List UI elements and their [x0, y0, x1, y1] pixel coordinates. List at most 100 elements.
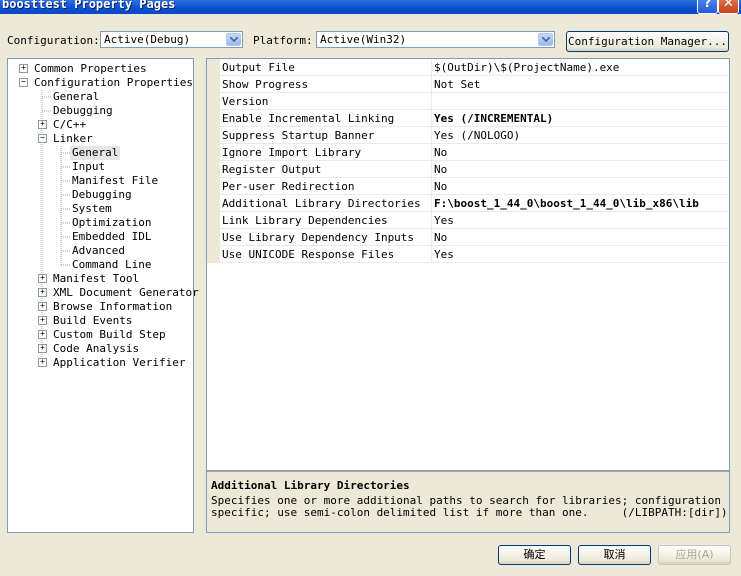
column-separator: [431, 161, 432, 178]
chevron-down-icon[interactable]: [226, 33, 241, 46]
property-name: Output File: [222, 61, 295, 74]
description-title: Additional Library Directories: [211, 479, 410, 492]
column-separator: [431, 195, 432, 212]
property-row[interactable]: Version: [207, 93, 728, 110]
property-row[interactable]: Use Library Dependency Inputs No: [207, 229, 728, 246]
property-row[interactable]: Enable Incremental Linking Yes (/INCREMEN…: [207, 110, 728, 127]
tree-item[interactable]: Debugging: [70, 188, 134, 202]
expand-icon[interactable]: +: [38, 274, 47, 283]
property-value[interactable]: $(OutDir)\$(ProjectName).exe: [434, 61, 724, 74]
tree-item[interactable]: Command Line: [70, 258, 153, 272]
settings-tree[interactable]: + Common Properties − Configuration Propert…: [7, 58, 199, 533]
column-separator: [431, 212, 432, 229]
tree-item[interactable]: Embedded IDL: [70, 230, 153, 244]
column-separator: [431, 144, 432, 161]
collapse-icon[interactable]: −: [19, 78, 28, 87]
chevron-down-icon[interactable]: [538, 33, 553, 46]
platform-dropdown[interactable]: Active(Win32): [316, 31, 555, 48]
cancel-button[interactable]: 取消: [578, 545, 651, 565]
property-value[interactable]: Yes (/NOLOGO): [434, 129, 724, 142]
column-separator: [431, 178, 432, 195]
tree-item[interactable]: Manifest File: [70, 174, 160, 188]
tree-item[interactable]: Optimization: [70, 216, 153, 230]
column-separator: [431, 93, 432, 110]
tree-item[interactable]: General: [51, 90, 101, 104]
close-button[interactable]: ✕: [718, 0, 739, 14]
property-value[interactable]: Yes: [434, 248, 724, 261]
property-name: Show Progress: [222, 78, 309, 91]
tree-item[interactable]: Application Verifier: [51, 356, 187, 370]
collapse-icon[interactable]: −: [38, 134, 47, 143]
property-value[interactable]: No: [434, 231, 724, 244]
configuration-dropdown[interactable]: Active(Debug): [100, 31, 243, 48]
property-row-margin: [207, 229, 220, 246]
property-grid[interactable]: Output File $(OutDir)\$(ProjectName).exe S…: [206, 58, 730, 471]
property-row[interactable]: Show Progress Not Set: [207, 76, 728, 93]
tree-item[interactable]: Debugging: [51, 104, 115, 118]
tree-item[interactable]: C/C++: [51, 118, 88, 132]
property-row[interactable]: Suppress Startup Banner Yes (/NOLOGO): [207, 127, 728, 144]
property-value[interactable]: Yes: [434, 214, 724, 227]
expand-icon[interactable]: +: [38, 344, 47, 353]
tree-item[interactable]: Custom Build Step: [51, 328, 168, 342]
description-line-2: specific; use semi-colon delimited list …: [211, 506, 728, 519]
property-name: Enable Incremental Linking: [222, 112, 395, 125]
expand-icon[interactable]: +: [38, 302, 47, 311]
property-name: Ignore Import Library: [222, 146, 362, 159]
tree-item[interactable]: Code Analysis: [51, 342, 141, 356]
expand-icon[interactable]: +: [38, 288, 47, 297]
property-value[interactable]: F:\boost_1_44_0\boost_1_44_0\lib_x86\lib: [434, 197, 724, 210]
property-name: Use Library Dependency Inputs: [222, 231, 415, 244]
configuration-label: Configuration:: [7, 34, 100, 47]
tree-item[interactable]: XML Document Generator: [51, 286, 201, 300]
property-value[interactable]: No: [434, 163, 724, 176]
tree-item[interactable]: Configuration Properties: [32, 76, 195, 90]
configuration-manager-button[interactable]: Configuration Manager...: [566, 31, 729, 52]
configuration-value: Active(Debug): [104, 33, 191, 46]
expand-icon[interactable]: +: [19, 64, 28, 73]
property-name: Link Library Dependencies: [222, 214, 388, 227]
column-separator: [431, 229, 432, 246]
tree-item[interactable]: Build Events: [51, 314, 134, 328]
expand-icon[interactable]: +: [38, 316, 47, 325]
property-value[interactable]: No: [434, 146, 724, 159]
tree-item[interactable]: General: [70, 146, 121, 160]
column-separator: [431, 76, 432, 93]
property-row[interactable]: Output File $(OutDir)\$(ProjectName).exe: [207, 59, 728, 76]
property-row-margin: [207, 212, 220, 229]
column-separator: [431, 246, 432, 263]
tree-item[interactable]: Advanced: [70, 244, 127, 258]
tree-item[interactable]: Manifest Tool: [51, 272, 141, 286]
property-name: Per-user Redirection: [222, 180, 355, 193]
property-row[interactable]: Ignore Import Library No: [207, 144, 728, 161]
tree-item[interactable]: Browse Information: [51, 300, 174, 314]
property-row-margin: [207, 246, 220, 263]
description-panel: Additional Library Directories Specifies…: [206, 471, 730, 533]
property-name: Version: [222, 95, 269, 108]
expand-icon[interactable]: +: [38, 330, 47, 339]
column-separator: [431, 110, 432, 127]
property-row[interactable]: Additional Library Directories F:\boost_1…: [207, 195, 728, 212]
property-value[interactable]: No: [434, 180, 724, 193]
tree-item[interactable]: Linker: [51, 132, 95, 146]
expand-icon[interactable]: +: [38, 120, 47, 129]
property-value[interactable]: Yes (/INCREMENTAL): [434, 112, 724, 125]
window-title: boosttest Property Pages: [2, 0, 176, 11]
property-value[interactable]: Not Set: [434, 78, 724, 91]
platform-label: Platform:: [253, 34, 313, 47]
property-row-margin: [207, 110, 220, 127]
expand-icon[interactable]: +: [38, 358, 47, 367]
property-row-margin: [207, 161, 220, 178]
ok-button[interactable]: 确定: [498, 545, 571, 565]
property-row[interactable]: Link Library Dependencies Yes: [207, 212, 728, 229]
help-button[interactable]: ?: [697, 0, 718, 14]
column-separator: [431, 127, 432, 144]
property-row[interactable]: Per-user Redirection No: [207, 178, 728, 195]
property-row[interactable]: Register Output No: [207, 161, 728, 178]
apply-button[interactable]: 应用(A): [658, 545, 731, 565]
tree-item[interactable]: Input: [70, 160, 107, 174]
tree-item[interactable]: Common Properties: [32, 62, 149, 76]
apply-label: 应用(A): [675, 548, 714, 561]
property-row[interactable]: Use UNICODE Response Files Yes: [207, 246, 728, 263]
tree-item[interactable]: System: [70, 202, 114, 216]
